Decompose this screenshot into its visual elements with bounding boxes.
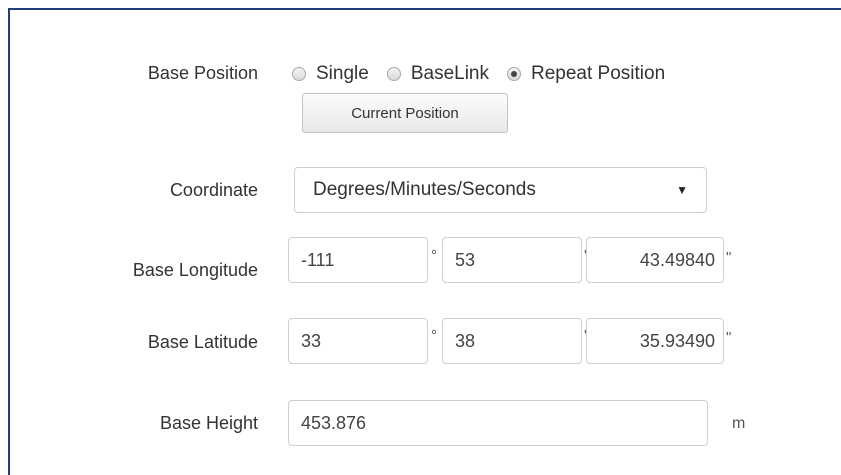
latitude-minutes-input[interactable] bbox=[442, 318, 582, 364]
radio-baselink[interactable]: BaseLink bbox=[386, 63, 489, 85]
radio-single-label: Single bbox=[316, 63, 369, 84]
base-height-label: Base Height bbox=[159, 413, 258, 433]
base-position-label: Base Position bbox=[147, 63, 258, 83]
radio-baselink-circle[interactable] bbox=[386, 67, 401, 81]
base-height-unit: m bbox=[732, 415, 746, 432]
latitude-second-symbol: " bbox=[726, 329, 732, 346]
longitude-second-symbol: " bbox=[726, 249, 732, 266]
latitude-degrees-input[interactable] bbox=[288, 318, 428, 364]
chevron-down-icon: ▼ bbox=[676, 183, 688, 197]
radio-baselink-label: BaseLink bbox=[410, 63, 489, 84]
radio-single-circle[interactable] bbox=[292, 67, 306, 81]
base-longitude-label: Base Longitude bbox=[132, 260, 258, 280]
radio-repeat-position[interactable]: Repeat Position bbox=[507, 63, 665, 85]
longitude-degrees-input[interactable] bbox=[288, 237, 428, 283]
base-position-radio-group: Single BaseLink Repeat Position bbox=[292, 62, 665, 86]
coordinate-select-value: Degrees/Minutes/Seconds bbox=[313, 179, 536, 200]
current-position-button[interactable]: Current Position bbox=[302, 93, 508, 133]
longitude-degree-symbol: ° bbox=[431, 247, 437, 264]
longitude-seconds-input[interactable] bbox=[586, 237, 724, 283]
base-latitude-label: Base Latitude bbox=[147, 332, 258, 352]
base-height-input[interactable] bbox=[288, 400, 708, 446]
coordinate-label: Coordinate bbox=[169, 180, 258, 200]
radio-single[interactable]: Single bbox=[292, 63, 369, 85]
settings-panel: Base Position Single BaseLink Repeat Pos… bbox=[8, 8, 841, 475]
radio-repeat-position-circle[interactable] bbox=[507, 67, 521, 81]
longitude-minutes-input[interactable] bbox=[442, 237, 582, 283]
coordinate-select[interactable]: Degrees/Minutes/Seconds ▼ bbox=[294, 167, 707, 213]
radio-repeat-position-label: Repeat Position bbox=[531, 63, 666, 84]
latitude-seconds-input[interactable] bbox=[586, 318, 724, 364]
latitude-degree-symbol: ° bbox=[431, 327, 437, 344]
